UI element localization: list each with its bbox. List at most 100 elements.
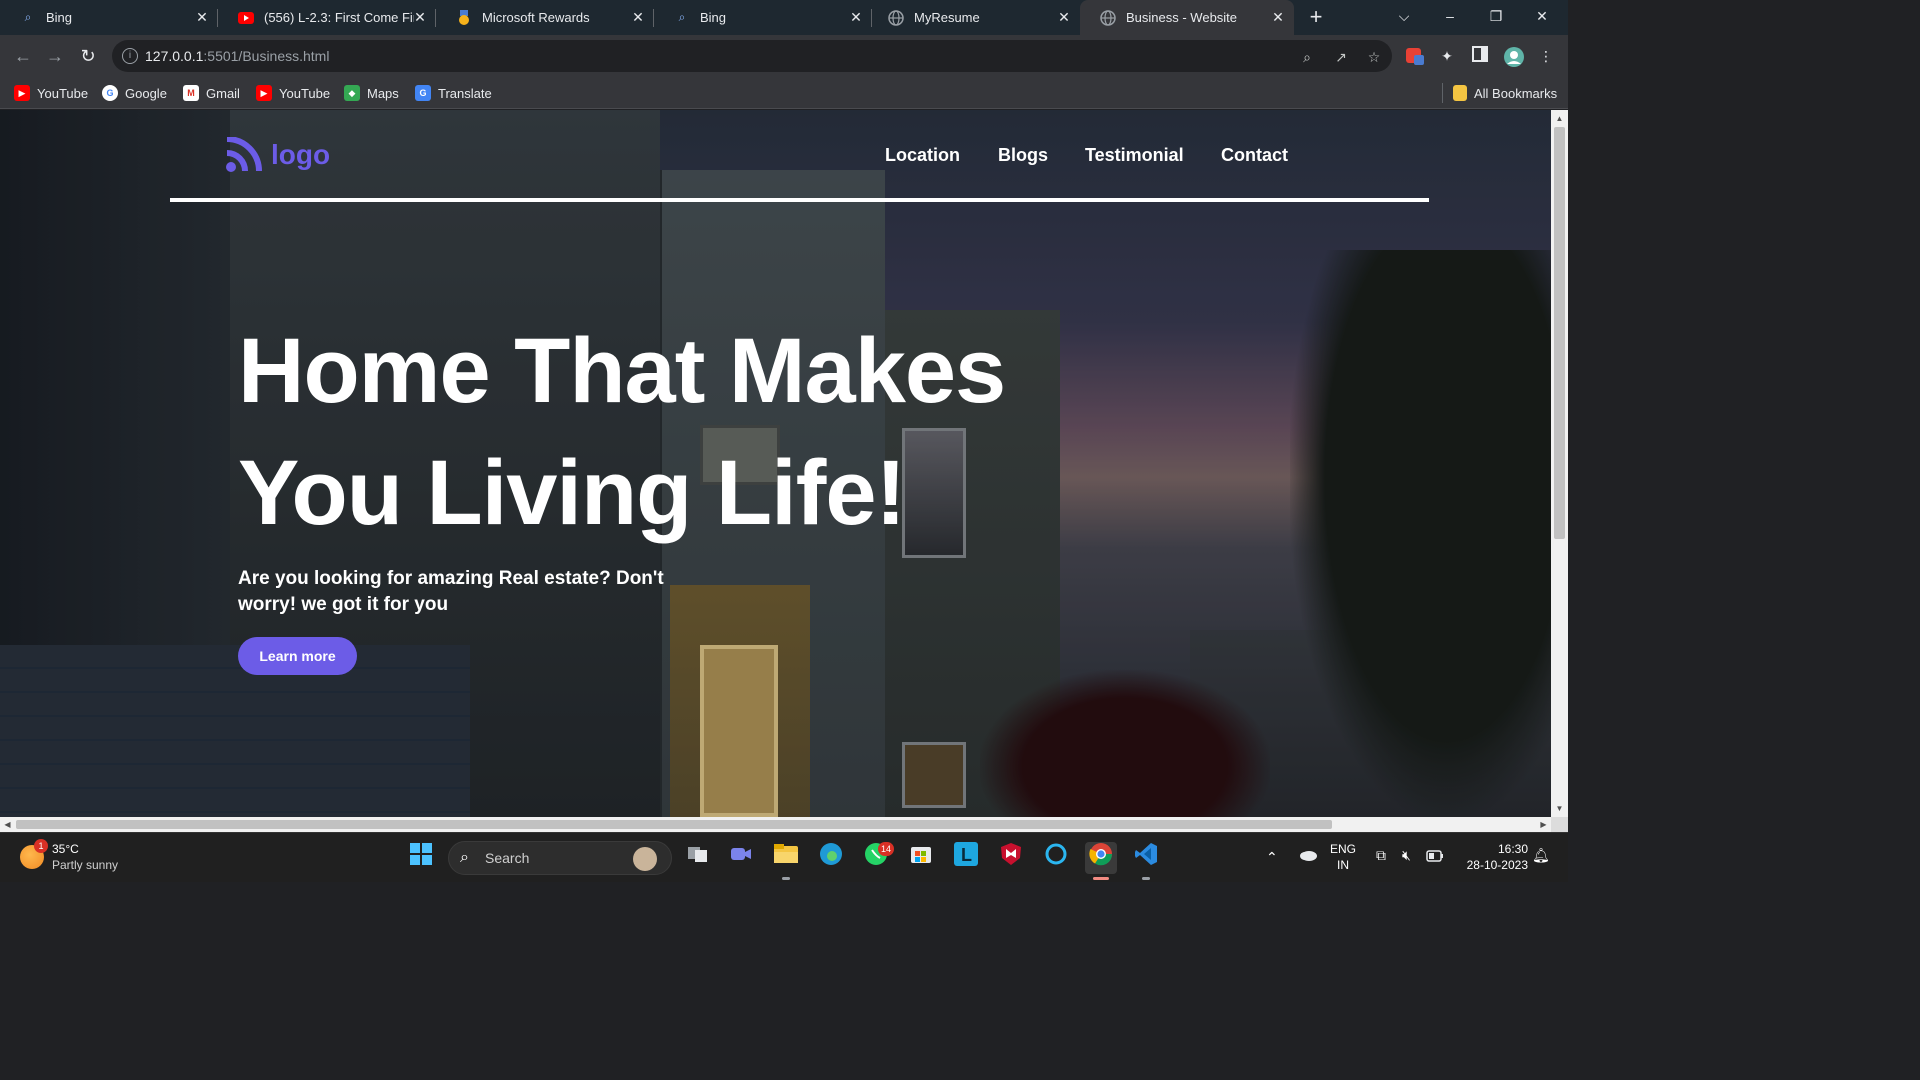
learn-more-button[interactable]: Learn more bbox=[238, 637, 357, 675]
tab-myresume[interactable]: MyResume ✕ bbox=[868, 0, 1080, 35]
restore-button[interactable]: ❐ bbox=[1473, 0, 1519, 32]
l-app-icon[interactable]: L bbox=[950, 842, 982, 874]
weather-badge: 1 bbox=[34, 839, 48, 853]
scroll-thumb[interactable] bbox=[16, 820, 1332, 829]
all-bookmarks-button[interactable]: All Bookmarks bbox=[1453, 83, 1557, 103]
microsoft-store-icon[interactable] bbox=[905, 842, 937, 874]
mcafee-shield-icon[interactable] bbox=[995, 842, 1027, 874]
menu-kebab-icon[interactable]: ⋮ bbox=[1536, 46, 1556, 66]
start-windows-icon[interactable] bbox=[405, 842, 437, 874]
vertical-scrollbar[interactable]: ▲ ▼ bbox=[1551, 110, 1568, 817]
extensions-puzzle-icon[interactable]: ✦ bbox=[1437, 46, 1457, 66]
scrollbar-corner bbox=[1551, 817, 1568, 832]
extension-red-icon[interactable] bbox=[1405, 46, 1425, 66]
tab-bing-1[interactable]: ⌕ Bing ✕ bbox=[0, 0, 218, 35]
bookmarks-divider bbox=[1442, 83, 1443, 103]
nav-contact[interactable]: Contact bbox=[1221, 145, 1288, 166]
close-tab-icon[interactable]: ✕ bbox=[412, 9, 428, 25]
battery-icon[interactable] bbox=[1426, 850, 1444, 866]
reload-button[interactable]: ↻ bbox=[77, 45, 99, 67]
clock-date: 28-10-2023 bbox=[1466, 858, 1528, 872]
tab-title: (556) L-2.3: First Come First bbox=[264, 10, 414, 25]
weather-desc: Partly sunny bbox=[52, 858, 119, 872]
horizontal-scrollbar[interactable]: ◀ ▶ bbox=[0, 817, 1551, 832]
bookmark-maps[interactable]: ◆ Maps bbox=[344, 83, 399, 103]
speaker-muted-icon[interactable]: 🔇︎ bbox=[1402, 847, 1411, 863]
bookmark-google[interactable]: G Google bbox=[102, 83, 167, 103]
gmail-icon: M bbox=[183, 85, 199, 101]
search-highlight-avatar bbox=[633, 847, 657, 871]
bookmark-gmail[interactable]: M Gmail bbox=[183, 83, 240, 103]
bookmark-youtube[interactable]: ▶ YouTube bbox=[14, 83, 88, 103]
weather-widget[interactable]: 1 35°C Partly sunny bbox=[20, 839, 119, 873]
scroll-down-icon[interactable]: ▼ bbox=[1551, 800, 1568, 817]
nav-blogs[interactable]: Blogs bbox=[998, 145, 1048, 166]
nav-location[interactable]: Location bbox=[885, 145, 960, 166]
bookmark-star-icon[interactable]: ☆ bbox=[1365, 48, 1383, 66]
weather-temp: 35°C bbox=[52, 842, 79, 856]
tab-title: Microsoft Rewards bbox=[482, 10, 590, 25]
close-tab-icon[interactable]: ✕ bbox=[848, 9, 864, 25]
side-panel-icon[interactable] bbox=[1470, 46, 1490, 66]
tab-microsoft-rewards[interactable]: Microsoft Rewards ✕ bbox=[436, 0, 654, 35]
bookmarks-bar: ▶ YouTube G Google M Gmail ▶ YouTube ◆ M… bbox=[0, 77, 1568, 109]
scroll-up-icon[interactable]: ▲ bbox=[1551, 110, 1568, 127]
taskbar-search[interactable]: ⌕ Search bbox=[448, 841, 672, 875]
bookmark-label: Google bbox=[125, 85, 167, 101]
task-view-icon[interactable] bbox=[682, 842, 714, 874]
site-logo[interactable]: logo bbox=[225, 136, 330, 173]
site-info-icon[interactable]: i bbox=[122, 48, 138, 64]
hero-heading: Home That Makes You Living Life! bbox=[238, 310, 1006, 554]
tab-title: MyResume bbox=[914, 10, 980, 25]
url-text[interactable]: 127.0.0.1:5501/Business.html bbox=[145, 48, 329, 64]
folder-icon bbox=[1453, 85, 1467, 101]
hero-subtitle: Are you looking for amazing Real estate?… bbox=[238, 568, 664, 615]
meet-camera-icon[interactable] bbox=[725, 842, 757, 874]
bookmark-label: Translate bbox=[438, 85, 492, 101]
scroll-right-icon[interactable]: ▶ bbox=[1536, 817, 1551, 832]
whatsapp-icon[interactable]: 14 bbox=[860, 842, 894, 874]
close-tab-icon[interactable]: ✕ bbox=[1270, 9, 1286, 25]
tab-title: Bing bbox=[46, 10, 73, 25]
chrome-icon[interactable] bbox=[1085, 842, 1117, 874]
clock[interactable]: 16:30 28-10-2023 bbox=[1458, 841, 1528, 873]
cortana-ring-icon[interactable] bbox=[1040, 842, 1072, 874]
tab-bing-2[interactable]: ⌕ Bing ✕ bbox=[654, 0, 872, 35]
forward-button[interactable]: → bbox=[44, 45, 66, 67]
wifi-icon[interactable]: ⧉ bbox=[1376, 847, 1386, 863]
browser-toolbar: ← → ↻ i 127.0.0.1:5501/Business.html ⌕ ↗… bbox=[0, 35, 1568, 77]
globe-icon bbox=[888, 9, 904, 26]
file-explorer-icon[interactable] bbox=[770, 842, 802, 874]
close-tab-icon[interactable]: ✕ bbox=[630, 9, 646, 25]
notification-bell-icon[interactable]: 🔔︎ bbox=[1532, 847, 1550, 863]
search-icon: ⌕ bbox=[460, 849, 469, 866]
tab-business-website[interactable]: Business - Website ✕ bbox=[1080, 0, 1294, 35]
address-bar[interactable]: i 127.0.0.1:5501/Business.html ⌕ ↗ ☆ bbox=[112, 40, 1392, 72]
nav-testimonial[interactable]: Testimonial bbox=[1085, 145, 1184, 166]
close-tab-icon[interactable]: ✕ bbox=[1056, 9, 1072, 25]
tab-search-chevron-icon[interactable]: ⌵ bbox=[1381, 0, 1427, 32]
globe-icon bbox=[1100, 9, 1116, 26]
tab-title: Business - Website bbox=[1126, 10, 1238, 25]
edge-browser-icon[interactable] bbox=[815, 842, 847, 874]
back-button[interactable]: ← bbox=[12, 45, 34, 67]
maps-icon: ◆ bbox=[344, 85, 360, 101]
tab-youtube-lecture[interactable]: (556) L-2.3: First Come First ✕ bbox=[218, 0, 436, 35]
new-tab-button[interactable]: + bbox=[1304, 6, 1328, 30]
scroll-thumb[interactable] bbox=[1554, 127, 1565, 539]
tab-title: Bing bbox=[700, 10, 727, 25]
profile-avatar[interactable] bbox=[1503, 46, 1524, 67]
bookmark-youtube-2[interactable]: ▶ YouTube bbox=[256, 83, 330, 103]
bookmark-label: YouTube bbox=[37, 85, 89, 101]
scroll-left-icon[interactable]: ◀ bbox=[0, 817, 15, 832]
language-indicator[interactable]: ENG IN bbox=[1330, 841, 1356, 873]
close-tab-icon[interactable]: ✕ bbox=[194, 9, 210, 25]
minimize-button[interactable]: – bbox=[1427, 0, 1473, 32]
zoom-icon[interactable]: ⌕ bbox=[1298, 48, 1316, 66]
show-hidden-icons-chevron-icon[interactable]: ⌃ bbox=[1266, 849, 1278, 865]
vscode-icon[interactable] bbox=[1130, 842, 1162, 874]
share-icon[interactable]: ↗ bbox=[1332, 48, 1350, 66]
bookmark-translate[interactable]: G Translate bbox=[415, 83, 492, 103]
close-window-button[interactable]: ✕ bbox=[1519, 0, 1565, 32]
onedrive-cloud-icon[interactable] bbox=[1298, 847, 1318, 865]
